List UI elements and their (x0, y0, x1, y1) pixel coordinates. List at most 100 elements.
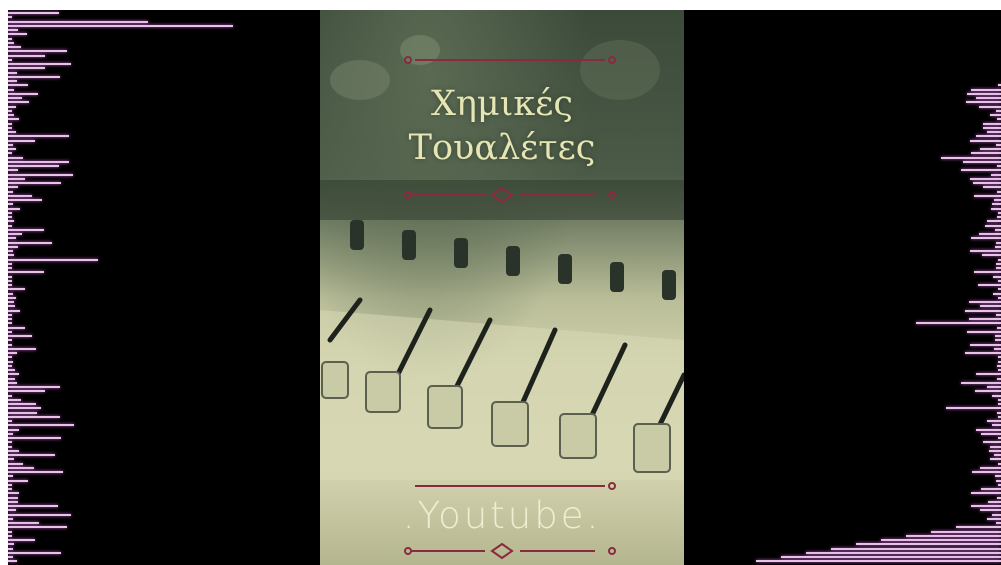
visualizer-bar (8, 415, 60, 418)
visualizer-bar (969, 318, 1001, 320)
visualizer-bar (8, 148, 17, 150)
visualizer-bar (931, 530, 1001, 533)
visualizer-bar (8, 20, 148, 23)
visualizer-bar (991, 207, 1001, 210)
visualizer-bar (8, 37, 13, 40)
visualizer-bar (8, 288, 25, 291)
visualizer-bar (8, 80, 17, 82)
visualizer-bar (8, 309, 20, 312)
visualizer-bar (967, 330, 1001, 333)
visualizer-bar (993, 275, 1001, 278)
visualizer-bar (956, 526, 1001, 529)
visualizer-bar (976, 373, 1001, 376)
visualizer-bar (8, 483, 12, 486)
visualizer-bar (8, 169, 19, 172)
visualizer-bar (8, 407, 41, 410)
visualizer-bar (8, 75, 60, 78)
visualizer-bar (964, 309, 1001, 312)
visualizer-bar (994, 199, 1001, 201)
visualizer-bar (8, 432, 14, 435)
visualizer-bar (8, 330, 13, 333)
visualizer-bar (981, 432, 1001, 435)
visualizer-bar (8, 67, 45, 70)
visualizer-bar (986, 386, 1001, 388)
visualizer-bar (8, 466, 35, 469)
visualizer-bar (997, 496, 1001, 499)
visualizer-bar (941, 156, 1001, 159)
visualizer-bar (8, 194, 33, 197)
visualizer-bar (8, 551, 61, 554)
visualizer-bar (756, 560, 1001, 563)
visualizer-bar (8, 352, 17, 354)
visualizer-bar (971, 88, 1001, 91)
visualizer-bar (980, 509, 1001, 512)
visualizer-bar (992, 203, 1001, 206)
visualizer-bar (8, 71, 18, 74)
visualizer-bar (8, 339, 13, 342)
visualizer-bar (974, 194, 1001, 197)
visualizer-bar (8, 207, 21, 210)
visualizer-bar (8, 29, 18, 31)
visualizer-bar (8, 471, 63, 473)
visualizer-bar (966, 101, 1001, 104)
visualizer-bar (8, 250, 13, 252)
album-title: Χημικές Τουαλέτες (320, 82, 684, 170)
visualizer-bar (994, 228, 1001, 231)
visualizer-bar (8, 84, 29, 87)
visualizer-bar (8, 390, 45, 393)
visualizer-bar (969, 301, 1001, 303)
visualizer-bar (978, 105, 1001, 108)
visualizer-bar (970, 250, 1001, 252)
visualizer-bar (981, 254, 1001, 257)
visualizer-bar (8, 356, 13, 359)
visualizer-bar (8, 152, 13, 155)
visualizer-bar (995, 339, 1001, 342)
visualizer-bar (969, 139, 1001, 142)
visualizer-bar (8, 398, 21, 401)
visualizer-bar (806, 551, 1001, 554)
visualizer-bar (986, 220, 1001, 223)
visualizer-bar (8, 245, 19, 248)
visualizer-bar (997, 377, 1001, 380)
visualizer-bar (8, 462, 24, 465)
visualizer-bar (8, 530, 13, 533)
visualizer-bar (993, 347, 1001, 350)
visualizer-bar (8, 475, 13, 478)
visualizer-bar (8, 496, 18, 499)
visualizer-bar (8, 224, 13, 227)
visualizer-bar (979, 466, 1001, 469)
visualizer-bar (8, 165, 59, 167)
visualizer-bar (997, 364, 1001, 367)
visualizer-bar (995, 262, 1001, 265)
visualizer-bar (8, 522, 39, 524)
visualizer-bar (8, 381, 18, 384)
visualizer-bar (971, 492, 1001, 495)
visualizer-bar (8, 203, 14, 206)
visualizer-bar (8, 114, 15, 116)
visualizer-bar (982, 441, 1001, 444)
visualizer-bar (8, 88, 14, 91)
visualizer-bar (995, 267, 1001, 269)
visualizer-bar (8, 262, 13, 265)
video-frame: Χημικές Τουαλέτες .Youtube. (8, 10, 1001, 565)
visualizer-bar (8, 41, 15, 44)
visualizer-bar (8, 186, 18, 189)
visualizer-bar (972, 182, 1001, 184)
visualizer-bar (992, 292, 1001, 295)
visualizer-bar (8, 373, 19, 376)
visualizer-bar (972, 471, 1001, 473)
visualizer-bar (8, 50, 68, 53)
visualizer-bar (8, 386, 60, 388)
visualizer-bar (946, 407, 1001, 410)
visualizer-bar (995, 313, 1001, 316)
visualizer-bar (976, 97, 1001, 99)
visualizer-bar (983, 122, 1001, 125)
visualizer-bar (8, 271, 44, 274)
visualizer-bar (781, 556, 1001, 558)
visualizer-bar (977, 284, 1001, 286)
visualizer-bar (987, 517, 1001, 520)
visualizer-bar (8, 360, 14, 363)
visualizer-bar (996, 326, 1001, 329)
visualizer-bar (980, 148, 1001, 150)
visualizer-bar (8, 492, 20, 495)
